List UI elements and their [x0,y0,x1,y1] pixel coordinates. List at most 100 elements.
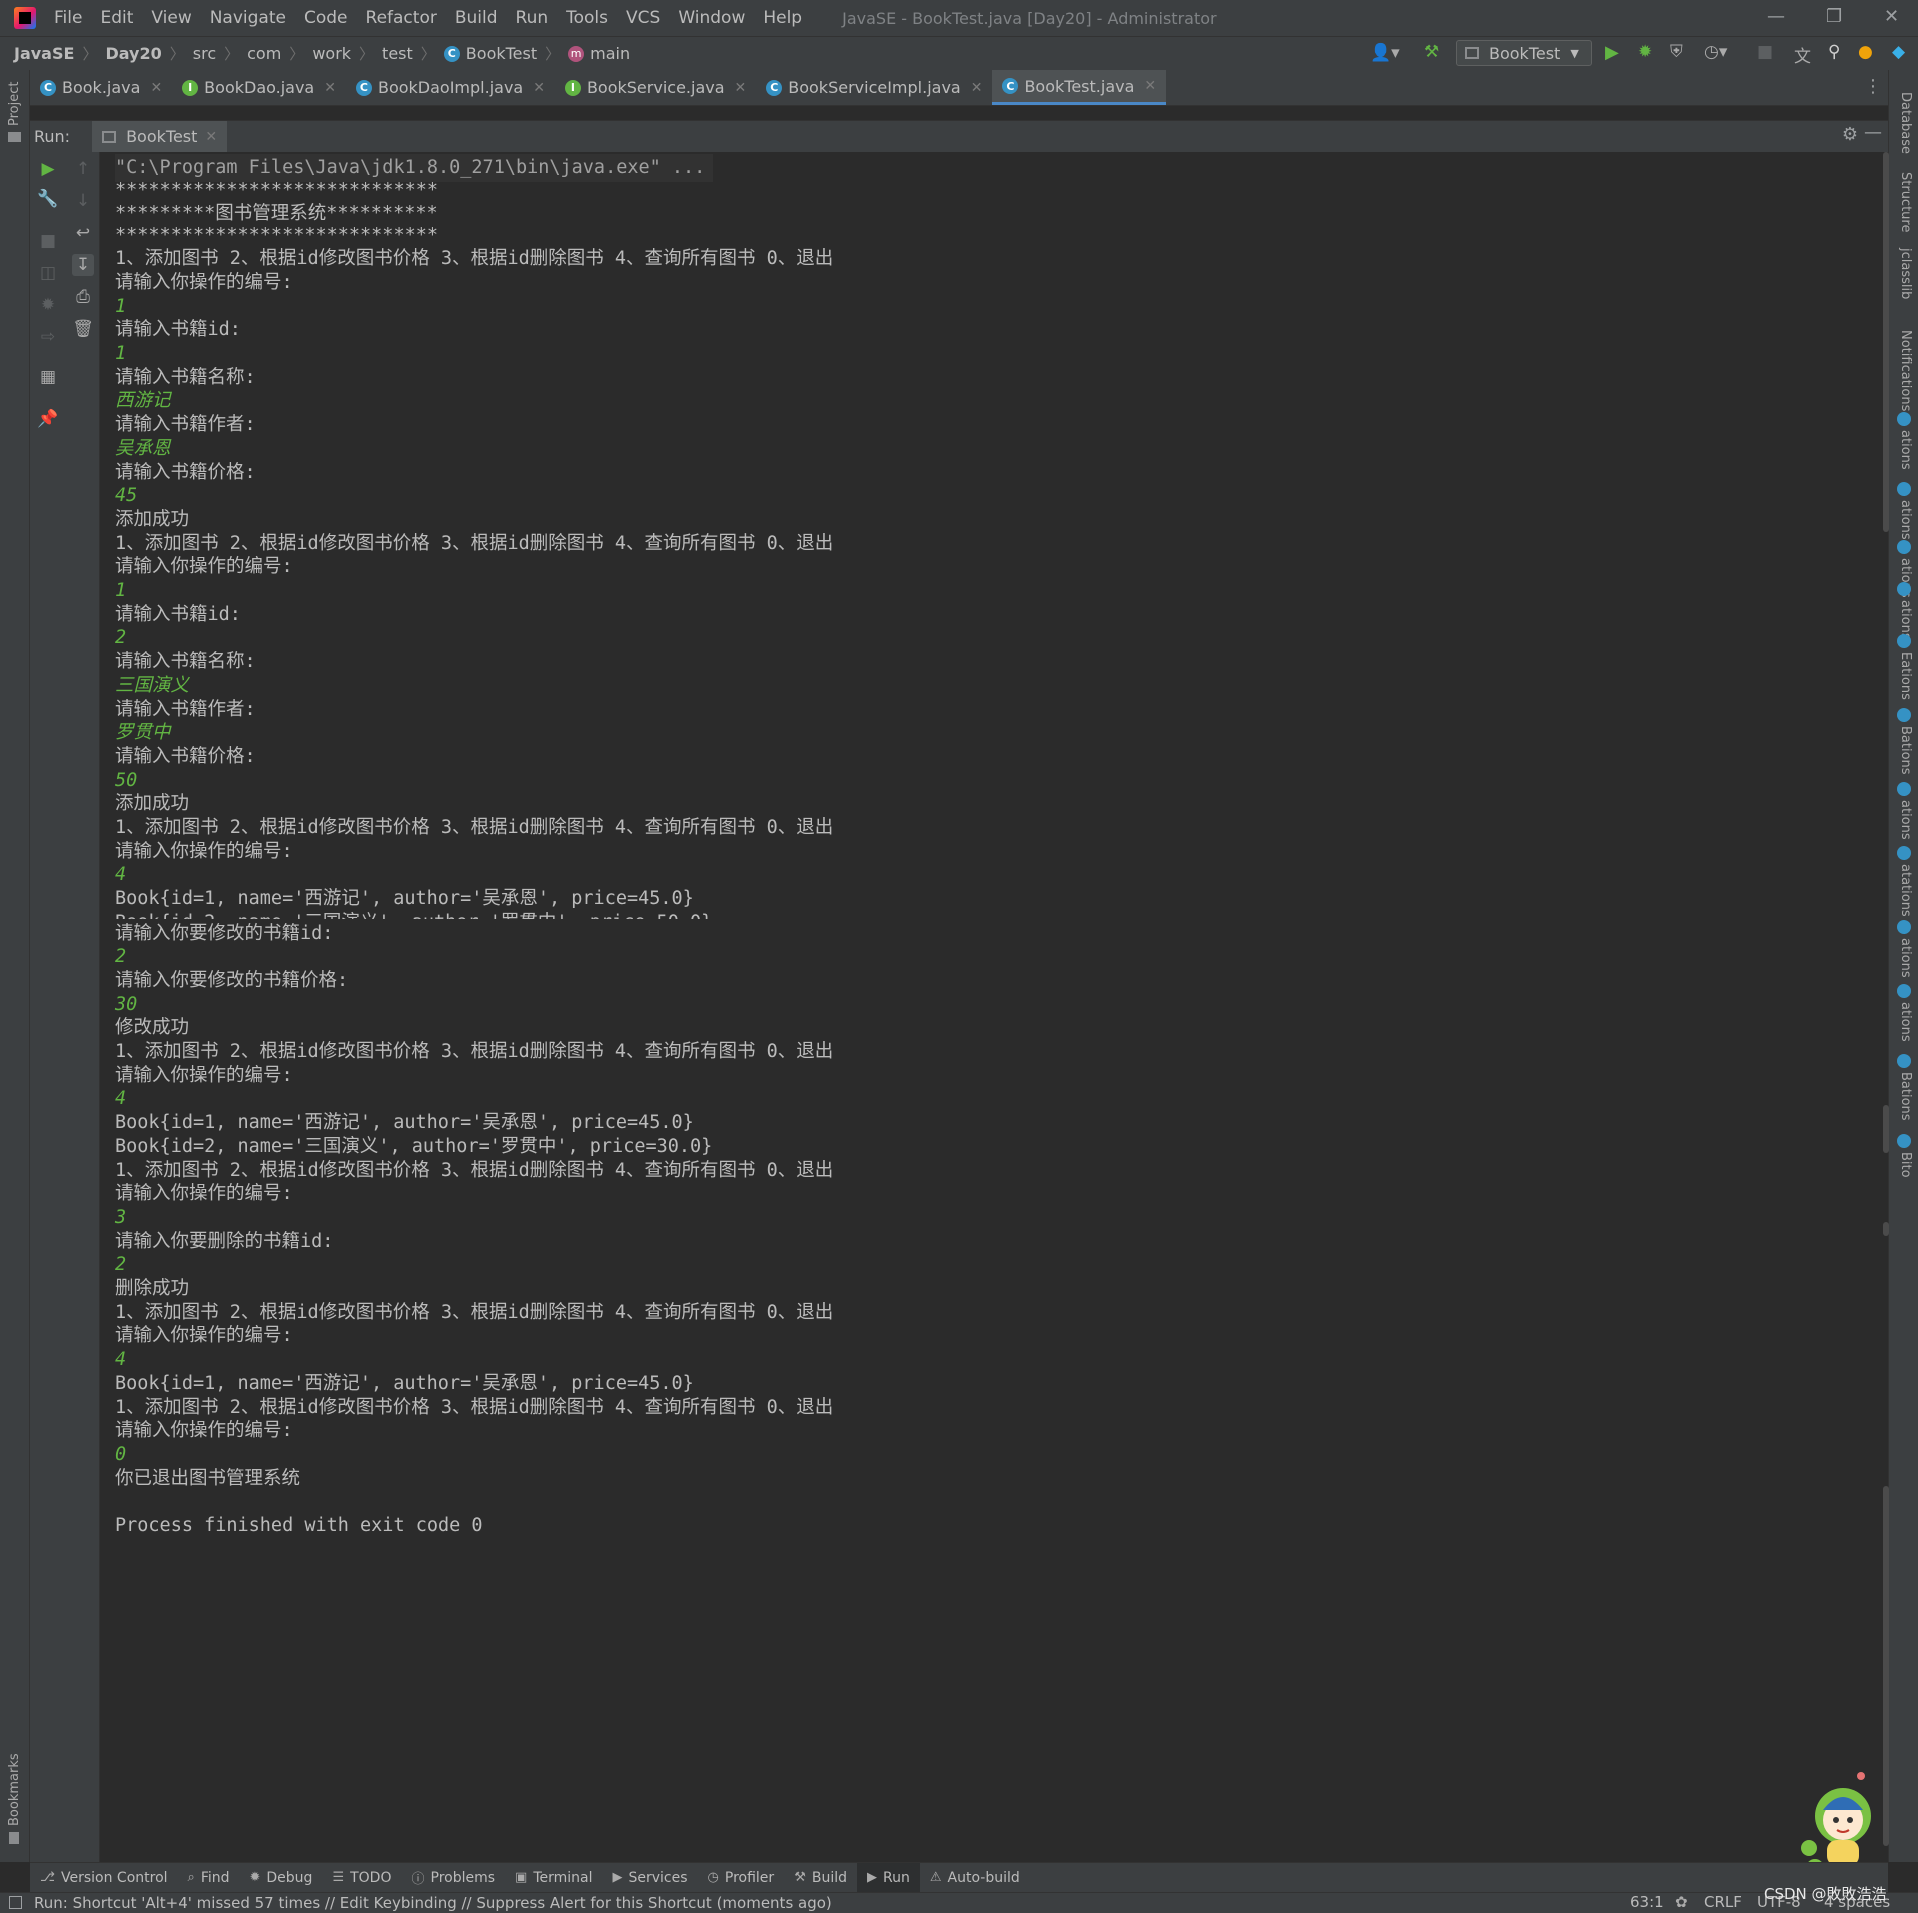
close-tab-icon[interactable]: ✕ [205,129,217,145]
trash-icon[interactable]: 🗑 [72,318,94,340]
menu-refactor[interactable]: Refactor [366,8,437,28]
menu-edit[interactable]: Edit [100,8,133,28]
close-tab-icon[interactable]: ✕ [324,80,336,96]
right-tool-structure-button[interactable]: Structure [1898,172,1913,232]
right-tool-jclasslib-button[interactable]: jclasslib [1898,248,1913,299]
soft-wrap-icon[interactable]: ↩ [72,222,94,244]
menu-code[interactable]: Code [304,8,348,28]
tab-bookdao-java[interactable]: I BookDao.java ✕ [172,70,346,105]
tool-window-terminal[interactable]: ▣ Terminal [505,1863,602,1893]
breadcrumb-dir-work[interactable]: work [312,44,351,63]
right-tool-bations-button[interactable]: Bations [1898,726,1913,775]
tool-window-find[interactable]: ⌕ Find [178,1863,240,1893]
right-tool-ations-button[interactable]: ations [1898,430,1913,470]
tool-window-problems[interactable]: ⓘ Problems [401,1863,505,1893]
layout-icon[interactable]: ▦ [37,366,59,388]
right-tool-eations-button[interactable]: Eations [1898,652,1913,700]
bug-icon[interactable]: ✹ [37,294,59,316]
close-tab-icon[interactable]: ✕ [533,80,545,96]
breadcrumb-dir-src[interactable]: src [193,44,216,63]
tab-bookdaoimpl-java[interactable]: C BookDaoImpl.java ✕ [346,70,555,105]
breadcrumb-project[interactable]: JavaSE [14,44,74,63]
bookmarks-tool-button[interactable]: Bookmarks [7,1753,22,1826]
restore-icon[interactable]: ❐ [1826,6,1842,27]
close-tab-icon[interactable]: ✕ [735,80,747,96]
close-tab-icon[interactable]: ✕ [150,80,162,96]
close-tab-icon[interactable]: ✕ [1144,78,1156,94]
breadcrumb-module[interactable]: Day20 [105,44,161,63]
breadcrumb-dir-com[interactable]: com [247,44,281,63]
debug-icon[interactable]: ✹ [1638,42,1652,62]
run-icon[interactable]: ▶ [1605,42,1619,63]
rerun-icon[interactable]: ▶ [37,158,59,180]
tool-window-debug[interactable]: ✹ Debug [240,1863,323,1893]
tab-bookserviceimpl-java[interactable]: C BookServiceImpl.java ✕ [756,70,992,105]
tab-bookservice-java[interactable]: I BookService.java ✕ [555,70,756,105]
hammer-icon[interactable]: ⚒ [1424,42,1439,62]
search-icon[interactable]: ⚲ [1828,42,1840,62]
stop-icon[interactable]: ■ [37,230,59,252]
translate-icon[interactable]: 文 [1794,42,1811,67]
line-separator[interactable]: CRLF [1704,1893,1742,1911]
console-output[interactable]: "C:\Program Files\Java\jdk1.8.0_271\bin\… [100,152,1884,1862]
close-icon[interactable]: ✕ [1884,6,1899,27]
coverage-icon[interactable]: ⛨ [1670,42,1683,62]
right-tool-ations-button[interactable]: ations [1898,938,1913,978]
profile-icon[interactable]: ◷▾ [1704,42,1727,62]
user-icon[interactable]: 👤▾ [1370,43,1400,63]
menu-file[interactable]: File [54,8,82,28]
menu-help[interactable]: Help [763,8,802,28]
menu-vcs[interactable]: VCS [626,8,660,28]
right-tool-bations-button[interactable]: Bations [1898,1072,1913,1121]
tab-booktest-java[interactable]: C BookTest.java ✕ [992,70,1167,105]
menu-tools[interactable]: Tools [566,8,608,28]
tab-book-java[interactable]: C Book.java ✕ [30,70,172,105]
right-tool-database-button[interactable]: Database [1898,92,1913,154]
breadcrumb-dir-test[interactable]: test [382,44,413,63]
menu-window[interactable]: Window [678,8,745,28]
status-message[interactable]: Run: Shortcut 'Alt+4' missed 57 times //… [34,1894,832,1912]
tool-window-run[interactable]: ▶ Run [857,1862,920,1893]
right-tool-atations-button[interactable]: atations [1898,864,1913,917]
paw-icon[interactable]: ✿ [1675,1893,1688,1911]
more-vertical-icon[interactable]: ⋮ [1864,76,1882,97]
print-icon[interactable]: ⎙ [72,286,94,308]
tool-window-build[interactable]: ⚒ Build [784,1863,857,1893]
arrow-up-icon[interactable]: ↑ [72,158,94,180]
arrow-down-icon[interactable]: ↓ [72,190,94,212]
tool-window-services[interactable]: ▶ Services [603,1863,698,1893]
right-tool-bito-button[interactable]: Bito [1898,1152,1913,1178]
gear-icon[interactable]: ⚙ [1842,124,1858,145]
plugin-icon[interactable]: ◆ [1892,42,1905,62]
scroll-to-end-icon[interactable]: ↧ [72,254,94,276]
tool-window-profiler[interactable]: ◷ Profiler [698,1863,785,1893]
hide-panel-icon[interactable]: — [1864,122,1882,143]
breadcrumb-method[interactable]: m main [568,44,630,63]
close-tab-icon[interactable]: ✕ [971,80,983,96]
console-scrollbar-thumb[interactable] [1883,152,1889,532]
right-tool-ations-button[interactable]: ations [1898,500,1913,540]
wrench-icon[interactable]: 🔧 [37,188,59,210]
tool-window-version-control[interactable]: ⎇ Version Control [30,1863,178,1893]
stop-icon[interactable]: ■ [1757,42,1773,62]
pin-icon[interactable]: 📌 [37,408,59,430]
update-icon[interactable]: ● [1858,42,1873,62]
caret-position[interactable]: 63:1 [1630,1893,1664,1911]
right-tool-ations-button[interactable]: ations [1898,800,1913,840]
tool-window-todo[interactable]: ☰ TODO [322,1863,401,1893]
camera-icon[interactable]: ◫ [37,262,59,284]
right-tool-notifications-button[interactable]: Notifications [1898,330,1913,411]
layout-toggle-icon[interactable] [9,1896,22,1909]
menu-build[interactable]: Build [455,8,498,28]
right-tool-ations-button[interactable]: ations [1898,1002,1913,1042]
exit-icon[interactable]: ⇨ [37,326,59,348]
run-configuration-select[interactable]: BookTest ▼ [1456,40,1592,66]
project-tool-button[interactable]: Project [7,82,22,126]
menu-view[interactable]: View [151,8,191,28]
tool-window-auto-build[interactable]: ⚠ Auto-build [920,1863,1030,1893]
minimize-icon[interactable]: — [1767,6,1785,27]
run-tab-booktest[interactable]: BookTest ✕ [92,120,228,153]
menu-navigate[interactable]: Navigate [210,8,286,28]
breadcrumb-class[interactable]: C BookTest [443,44,537,63]
menu-run[interactable]: Run [516,8,549,28]
